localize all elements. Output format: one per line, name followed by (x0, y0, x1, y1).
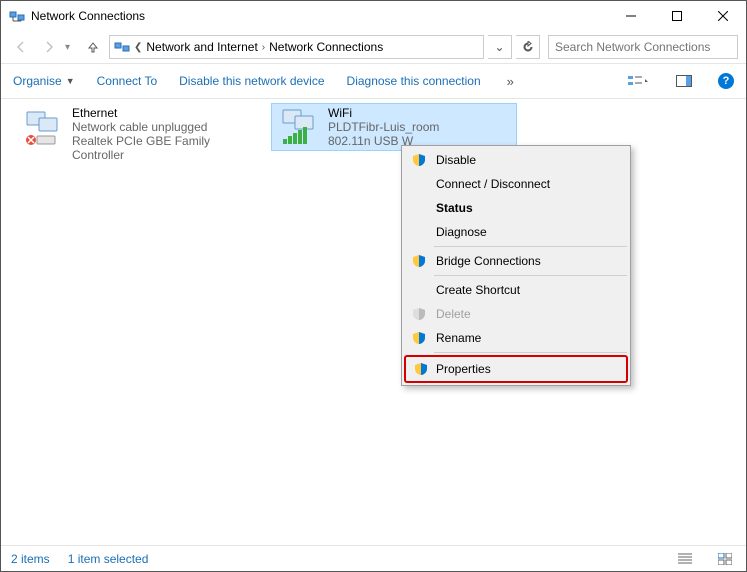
menu-rename[interactable]: Rename (404, 326, 628, 350)
shield-icon (414, 362, 428, 376)
breadcrumb-segment[interactable]: Network and Internet (146, 40, 257, 54)
menu-separator (434, 352, 627, 353)
shield-icon (412, 307, 426, 321)
menu-bridge[interactable]: Bridge Connections (404, 249, 628, 273)
wifi-icon (272, 104, 328, 150)
organise-menu[interactable]: Organise ▼ (13, 74, 75, 88)
menu-properties[interactable]: Properties (404, 355, 628, 383)
status-bar: 2 items 1 item selected (1, 545, 746, 571)
overflow-button[interactable]: » (507, 74, 514, 89)
help-button[interactable]: ? (718, 73, 734, 89)
breadcrumb-segment[interactable]: Network Connections (269, 40, 383, 54)
adapter-ethernet[interactable]: Ethernet Network cable unplugged Realtek… (15, 103, 261, 151)
maximize-button[interactable] (654, 1, 700, 31)
recent-locations-button[interactable]: ▾ (65, 42, 77, 53)
connect-to-button[interactable]: Connect To (97, 74, 158, 88)
titlebar: Network Connections (1, 1, 746, 31)
shield-icon (412, 254, 426, 268)
adapter-name: Ethernet (72, 106, 260, 120)
adapter-status: Network cable unplugged (72, 120, 260, 134)
address-dropdown[interactable]: ⌄ (488, 35, 512, 59)
breadcrumb[interactable]: ❮ Network and Internet › Network Connect… (109, 35, 484, 59)
network-path-icon (114, 39, 130, 55)
icons-view-button[interactable] (714, 550, 736, 568)
forward-button[interactable] (37, 35, 61, 59)
selection-count: 1 item selected (68, 552, 149, 566)
command-bar: Organise ▼ Connect To Disable this netwo… (1, 64, 746, 98)
chevron-right-icon[interactable]: ❮ (134, 42, 142, 53)
shield-icon (412, 153, 426, 167)
adapter-device: Realtek PCIe GBE Family Controller (72, 134, 260, 162)
minimize-button[interactable] (608, 1, 654, 31)
shield-icon (412, 331, 426, 345)
network-app-icon (9, 8, 25, 24)
disable-device-button[interactable]: Disable this network device (179, 74, 324, 88)
address-bar: ▾ ❮ Network and Internet › Network Conne… (1, 31, 746, 63)
details-view-button[interactable] (674, 550, 696, 568)
search-input[interactable] (555, 40, 731, 54)
context-menu: Disable Connect / Disconnect Status Diag… (401, 145, 631, 386)
menu-separator (434, 275, 627, 276)
item-count: 2 items (11, 552, 50, 566)
menu-separator (434, 246, 627, 247)
up-button[interactable] (81, 35, 105, 59)
adapter-list: Ethernet Network cable unplugged Realtek… (1, 99, 746, 539)
menu-disable[interactable]: Disable (404, 148, 628, 172)
back-button[interactable] (9, 35, 33, 59)
diagnose-button[interactable]: Diagnose this connection (347, 74, 481, 88)
menu-diagnose[interactable]: Diagnose (404, 220, 628, 244)
adapter-name: WiFi (328, 106, 516, 120)
adapter-wifi[interactable]: WiFi PLDTFibr-Luis_room 802.11n USB W (271, 103, 517, 151)
view-options-button[interactable] (626, 71, 650, 91)
refresh-button[interactable] (516, 35, 540, 59)
chevron-right-icon[interactable]: › (262, 42, 265, 53)
ethernet-icon (16, 104, 72, 150)
search-field[interactable] (548, 35, 738, 59)
window-title: Network Connections (31, 9, 608, 23)
menu-shortcut[interactable]: Create Shortcut (404, 278, 628, 302)
adapter-status: PLDTFibr-Luis_room (328, 120, 516, 134)
menu-connect[interactable]: Connect / Disconnect (404, 172, 628, 196)
preview-pane-button[interactable] (672, 71, 696, 91)
menu-status[interactable]: Status (404, 196, 628, 220)
menu-delete: Delete (404, 302, 628, 326)
close-button[interactable] (700, 1, 746, 31)
